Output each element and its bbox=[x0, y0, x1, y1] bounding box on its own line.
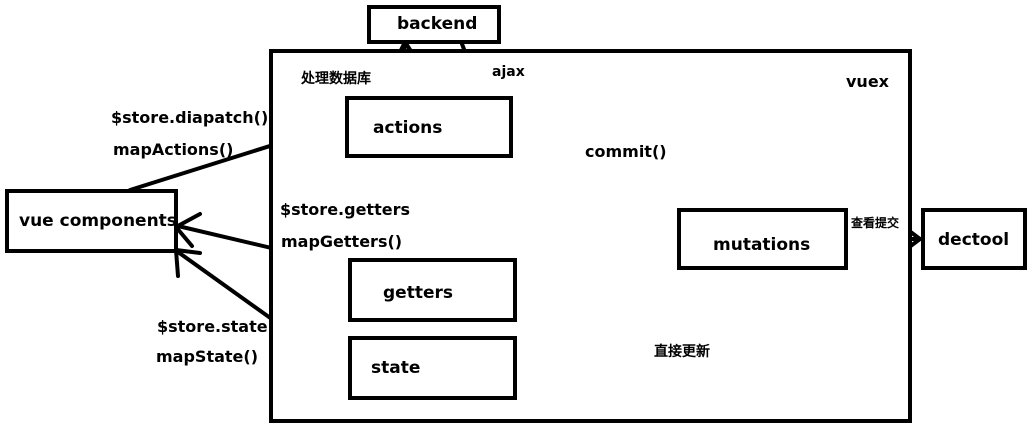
ajax-label: ajax bbox=[492, 64, 525, 80]
dispatch-label: $store.diapatch() bbox=[111, 108, 269, 127]
direct-update-label: 直接更新 bbox=[654, 344, 710, 360]
dectool-label: dectool bbox=[938, 230, 1010, 250]
process-data-label: 处理数据库 bbox=[301, 71, 371, 87]
commit-label: commit() bbox=[585, 142, 667, 161]
store-state-label: $store.state bbox=[157, 317, 268, 336]
map-state-label: mapState() bbox=[156, 347, 259, 366]
actions-label: actions bbox=[373, 118, 443, 138]
vue-components-label: vue components bbox=[19, 211, 177, 231]
backend-label: backend bbox=[397, 14, 478, 34]
view-commit-label: 查看提交 bbox=[851, 216, 900, 230]
getters-label: getters bbox=[383, 283, 453, 303]
store-getters-label: $store.getters bbox=[280, 200, 410, 219]
map-actions-label: mapActions() bbox=[113, 140, 234, 159]
map-getters-label: mapGetters() bbox=[281, 232, 403, 251]
mutations-label: mutations bbox=[713, 235, 811, 255]
vuex-label: vuex bbox=[846, 72, 889, 91]
state-label: state bbox=[371, 358, 421, 378]
